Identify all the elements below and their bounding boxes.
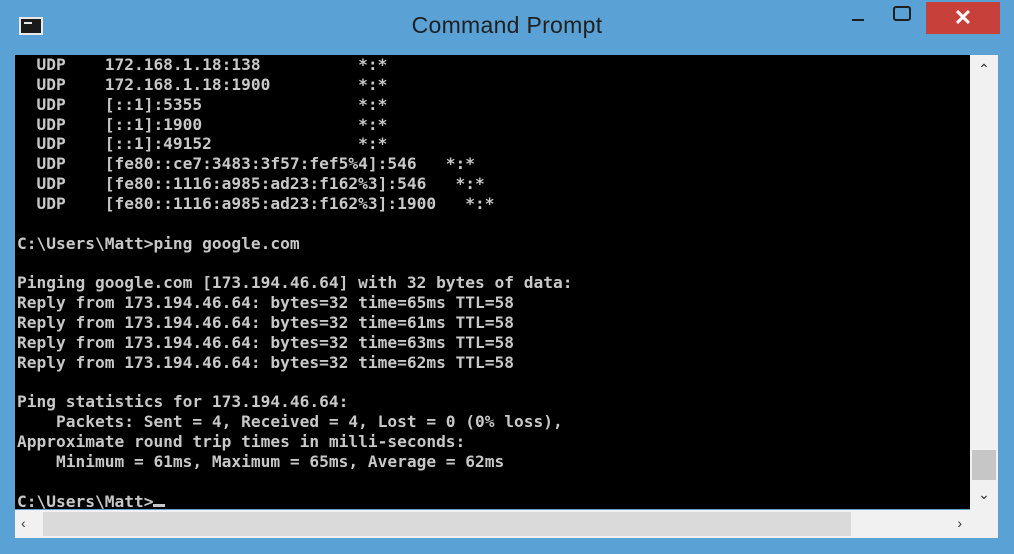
console-line: UDP [::1]:49152 *:* <box>17 134 388 154</box>
command-prompt-window: Command Prompt ✕ UDP 172.168.1.18:138 *:… <box>0 0 1014 554</box>
close-button[interactable]: ✕ <box>926 2 1000 34</box>
console-line: C:\Users\Matt>ping google.com <box>17 233 300 253</box>
console-line: UDP [fe80::1116:a985:ad23:f162%3]:546 *:… <box>17 174 485 194</box>
chevron-right-icon[interactable]: › <box>957 515 962 531</box>
minimize-icon <box>852 19 864 21</box>
console-line: UDP [::1]:5355 *:* <box>17 94 388 114</box>
console-line: C:\Users\Matt> <box>17 491 154 509</box>
console-text: UDP 172.168.1.18:138 *:* UDP 172.168.1.1… <box>17 55 573 509</box>
console-line: Ping statistics for 173.194.46.64: <box>17 392 349 412</box>
console-line: UDP [fe80::ce7:3483:3f57:fef5%4]:546 *:* <box>17 154 476 174</box>
console-line: Reply from 173.194.46.64: bytes=32 time=… <box>17 332 515 352</box>
console-line: Packets: Sent = 4, Received = 4, Lost = … <box>17 412 563 432</box>
maximize-button[interactable] <box>882 0 922 34</box>
console-line: UDP [::1]:1900 *:* <box>17 114 388 134</box>
console-line: UDP [fe80::1116:a985:ad23:f162%3]:1900 *… <box>17 193 495 213</box>
console-line: Reply from 173.194.46.64: bytes=32 time=… <box>17 352 515 372</box>
chevron-up-icon[interactable]: ⌃ <box>970 61 998 78</box>
console-line: UDP 172.168.1.18:138 *:* <box>17 55 388 74</box>
title-bar[interactable]: Command Prompt ✕ <box>0 0 1014 50</box>
horizontal-scrollbar[interactable]: ‹ › <box>15 510 970 538</box>
horizontal-scroll-thumb[interactable] <box>43 512 851 536</box>
console-line: UDP 172.168.1.18:1900 *:* <box>17 74 388 94</box>
vertical-scroll-thumb[interactable] <box>972 450 996 480</box>
console-output[interactable]: UDP 172.168.1.18:138 *:* UDP 172.168.1.1… <box>15 55 970 509</box>
console-line: Reply from 173.194.46.64: bytes=32 time=… <box>17 312 515 332</box>
console-line: Minimum = 61ms, Maximum = 65ms, Average … <box>17 451 505 471</box>
close-icon: ✕ <box>953 5 973 30</box>
vertical-scrollbar[interactable]: ⌃ ⌄ <box>970 55 998 511</box>
maximize-icon <box>893 5 911 21</box>
console-line: Approximate round trip times in milli-se… <box>17 432 466 452</box>
minimize-button[interactable] <box>838 0 878 34</box>
console-line: Reply from 173.194.46.64: bytes=32 time=… <box>17 293 515 313</box>
console-line: Pinging google.com [173.194.46.64] with … <box>17 273 573 293</box>
scrollbar-corner <box>970 510 998 538</box>
text-cursor <box>153 503 166 507</box>
chevron-left-icon[interactable]: ‹ <box>21 515 26 531</box>
chevron-down-icon[interactable]: ⌄ <box>970 486 998 503</box>
